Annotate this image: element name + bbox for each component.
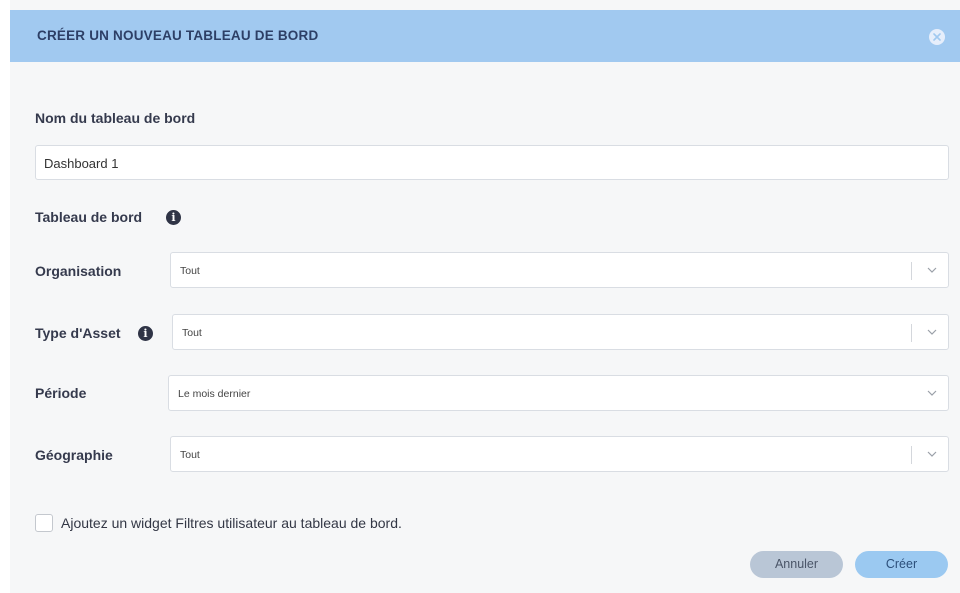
asset-type-value: Tout [182, 327, 202, 339]
user-filters-checkbox[interactable] [35, 514, 53, 532]
asset-type-label: Type d'Asset [35, 325, 121, 341]
create-dashboard-dialog: CRÉER UN NOUVEAU TABLEAU DE BORD Nom du … [10, 0, 960, 593]
period-label: Période [35, 385, 87, 401]
organisation-value: Tout [180, 265, 200, 277]
chevron-down-icon [927, 451, 937, 457]
select-separator [911, 446, 912, 464]
dashboard-name-label: Nom du tableau de bord [35, 110, 196, 126]
info-icon[interactable]: i [138, 326, 153, 341]
chevron-down-icon [927, 329, 937, 335]
chevron-down-icon [927, 390, 937, 396]
organisation-select[interactable]: Tout [170, 252, 949, 288]
geography-select[interactable]: Tout [170, 436, 949, 472]
section-label: Tableau de bord [35, 209, 143, 225]
user-filters-checkbox-label[interactable]: Ajoutez un widget Filtres utilisateur au… [61, 515, 402, 531]
geography-value: Tout [180, 449, 200, 461]
select-separator [911, 324, 912, 342]
chevron-down-icon [927, 267, 937, 273]
dashboard-name-input[interactable]: Dashboard 1 [35, 145, 949, 180]
close-icon [933, 33, 941, 41]
asset-type-select[interactable]: Tout [172, 314, 949, 350]
page: CRÉER UN NOUVEAU TABLEAU DE BORD Nom du … [0, 0, 960, 593]
geography-label: Géographie [35, 447, 113, 463]
organisation-label: Organisation [35, 263, 122, 279]
period-select[interactable]: Le mois dernier [168, 375, 949, 411]
select-separator [911, 262, 912, 280]
dialog-title: CRÉER UN NOUVEAU TABLEAU DE BORD [37, 28, 319, 43]
info-icon[interactable]: i [166, 210, 181, 225]
period-value: Le mois dernier [178, 388, 251, 400]
close-button[interactable] [929, 29, 945, 45]
cancel-button[interactable]: Annuler [750, 551, 843, 578]
create-button[interactable]: Créer [855, 551, 948, 578]
dialog-header: CRÉER UN NOUVEAU TABLEAU DE BORD [10, 10, 960, 62]
dashboard-name-value: Dashboard 1 [44, 156, 119, 171]
